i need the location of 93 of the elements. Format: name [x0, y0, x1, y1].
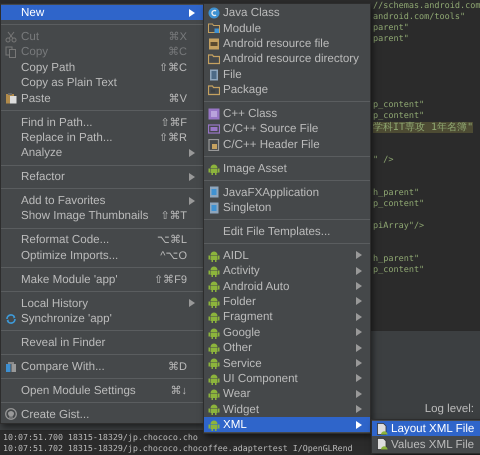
- menu-item[interactable]: UI Component: [204, 370, 370, 386]
- menu-item[interactable]: Java Class: [204, 5, 370, 20]
- menu-item[interactable]: AIDL: [204, 248, 370, 263]
- menu-item[interactable]: Copy Path ⇧⌘C: [1, 60, 203, 76]
- menu-item[interactable]: Android Auto: [204, 278, 370, 294]
- menu-item[interactable]: Copy as Plain Text: [1, 75, 203, 90]
- code-line: h_parent": [373, 254, 420, 265]
- android-icon: [208, 342, 220, 354]
- code-line: p_content": [373, 199, 424, 210]
- code-line: h_parent": [373, 188, 420, 199]
- menu-item[interactable]: Show Image Thumbnails ⇧⌘T: [1, 208, 203, 224]
- class-icon: [208, 7, 220, 19]
- android-icon: [208, 418, 220, 431]
- menu-item[interactable]: Google: [204, 324, 370, 340]
- menu-item[interactable]: File: [204, 66, 370, 82]
- menu-item[interactable]: Image Asset: [204, 160, 370, 176]
- menu-item[interactable]: C/C++ Source File: [204, 121, 370, 137]
- menu-item[interactable]: Fragment: [204, 309, 370, 325]
- android-icon: [208, 250, 220, 262]
- log-line: 10:07:51.702 18315-18329/jp.chococo.chocoffee.adaptertest I/OpenGLRend: [3, 443, 353, 454]
- clipboard-icon: [5, 92, 17, 104]
- menu-item[interactable]: Local History: [1, 295, 203, 311]
- menu-item[interactable]: Compare With... ⌘D: [1, 358, 203, 374]
- menu-item[interactable]: Open Module Settings ⌘↓: [1, 382, 203, 398]
- code-line: parent": [373, 23, 409, 34]
- menu-item[interactable]: Other: [204, 340, 370, 356]
- sync-icon: [5, 312, 17, 325]
- folder-icon: [208, 53, 220, 66]
- android-icon: [208, 388, 220, 400]
- log-level-label: Log level:: [424, 403, 474, 415]
- code-line: p_content": [373, 111, 424, 122]
- menu-item[interactable]: XML: [204, 416, 370, 432]
- android-icon: [208, 357, 220, 370]
- log-line: 10:07:51.700 18315-18329/jp.chococo.cho: [3, 432, 198, 443]
- xml-file-icon: [376, 438, 388, 450]
- menu-item[interactable]: Paste ⌘V: [1, 90, 203, 106]
- menu-item[interactable]: Refactor: [1, 169, 203, 184]
- code-line: //schemas.android.com: [373, 1, 480, 12]
- menu-item[interactable]: Replace in Path... ⇧⌘R: [1, 130, 203, 146]
- code-line: p_content": [373, 265, 424, 276]
- copy-icon: [5, 46, 17, 58]
- android-icon: [208, 264, 220, 277]
- menu-item[interactable]: C++ Class: [204, 106, 370, 122]
- menu-item[interactable]: Layout XML File: [372, 421, 480, 436]
- menu-item[interactable]: C/C++ Header File: [204, 136, 370, 152]
- menu-item[interactable]: Add to Favorites: [1, 192, 203, 208]
- menu-item[interactable]: Wear: [204, 386, 370, 402]
- source-file-icon: [208, 123, 220, 136]
- menu-item[interactable]: Optimize Imports... ^⌥O: [1, 248, 203, 263]
- scissors-icon: [5, 30, 17, 43]
- java-file-icon: [208, 186, 220, 198]
- menu-item[interactable]: Reformat Code... ⌥⌘L: [1, 232, 203, 248]
- compare-icon: [5, 360, 17, 373]
- file-icon: [208, 68, 220, 81]
- java-file-icon: [208, 202, 220, 214]
- android-icon: [208, 296, 220, 308]
- menu-item[interactable]: Activity: [204, 262, 370, 278]
- menu-item[interactable]: Make Module 'app' ⇧⌘F9: [1, 271, 203, 287]
- code-line: " />: [373, 155, 394, 166]
- menu-item[interactable]: JavaFXApplication: [204, 184, 370, 200]
- resource-file-icon: [208, 38, 220, 50]
- menu-item[interactable]: Find in Path... ⇧⌘F: [1, 114, 203, 130]
- android-icon: [208, 311, 220, 324]
- menu-item[interactable]: Edit File Templates...: [204, 224, 370, 240]
- menu-item[interactable]: Module: [204, 20, 370, 36]
- android-icon: [208, 280, 220, 292]
- menu-item[interactable]: Service: [204, 355, 370, 371]
- menu-item[interactable]: Synchronize 'app': [1, 310, 203, 326]
- menu-item[interactable]: Package: [204, 82, 370, 98]
- menu-item[interactable]: New: [1, 5, 203, 20]
- android-icon: [208, 403, 220, 416]
- package-icon: [208, 84, 220, 96]
- menu-item[interactable]: Android resource file: [204, 36, 370, 52]
- code-line: parent": [373, 34, 409, 45]
- menu-item[interactable]: Reveal in Finder: [1, 334, 203, 350]
- menu-item[interactable]: Singleton: [204, 200, 370, 216]
- xml-file-icon: [376, 423, 388, 435]
- android-icon: [208, 326, 220, 339]
- menu-item[interactable]: Values XML File: [372, 436, 480, 452]
- class-file-icon: [208, 108, 220, 120]
- header-file-icon: [208, 138, 220, 151]
- github-icon: [5, 408, 17, 420]
- code-line: p_content": [373, 100, 424, 111]
- module-folder-icon: [208, 22, 220, 34]
- android-icon: [208, 372, 220, 385]
- android-icon: [208, 162, 220, 175]
- menu-item[interactable]: Create Gist...: [1, 406, 203, 422]
- menu-item[interactable]: Android resource directory: [204, 51, 370, 67]
- menu-item[interactable]: Folder: [204, 294, 370, 310]
- code-line: android.com/tools": [373, 12, 466, 23]
- menu-item[interactable]: Widget: [204, 401, 370, 417]
- menu-item[interactable]: Analyze: [1, 145, 203, 161]
- code-line: piArray"/>: [373, 221, 424, 232]
